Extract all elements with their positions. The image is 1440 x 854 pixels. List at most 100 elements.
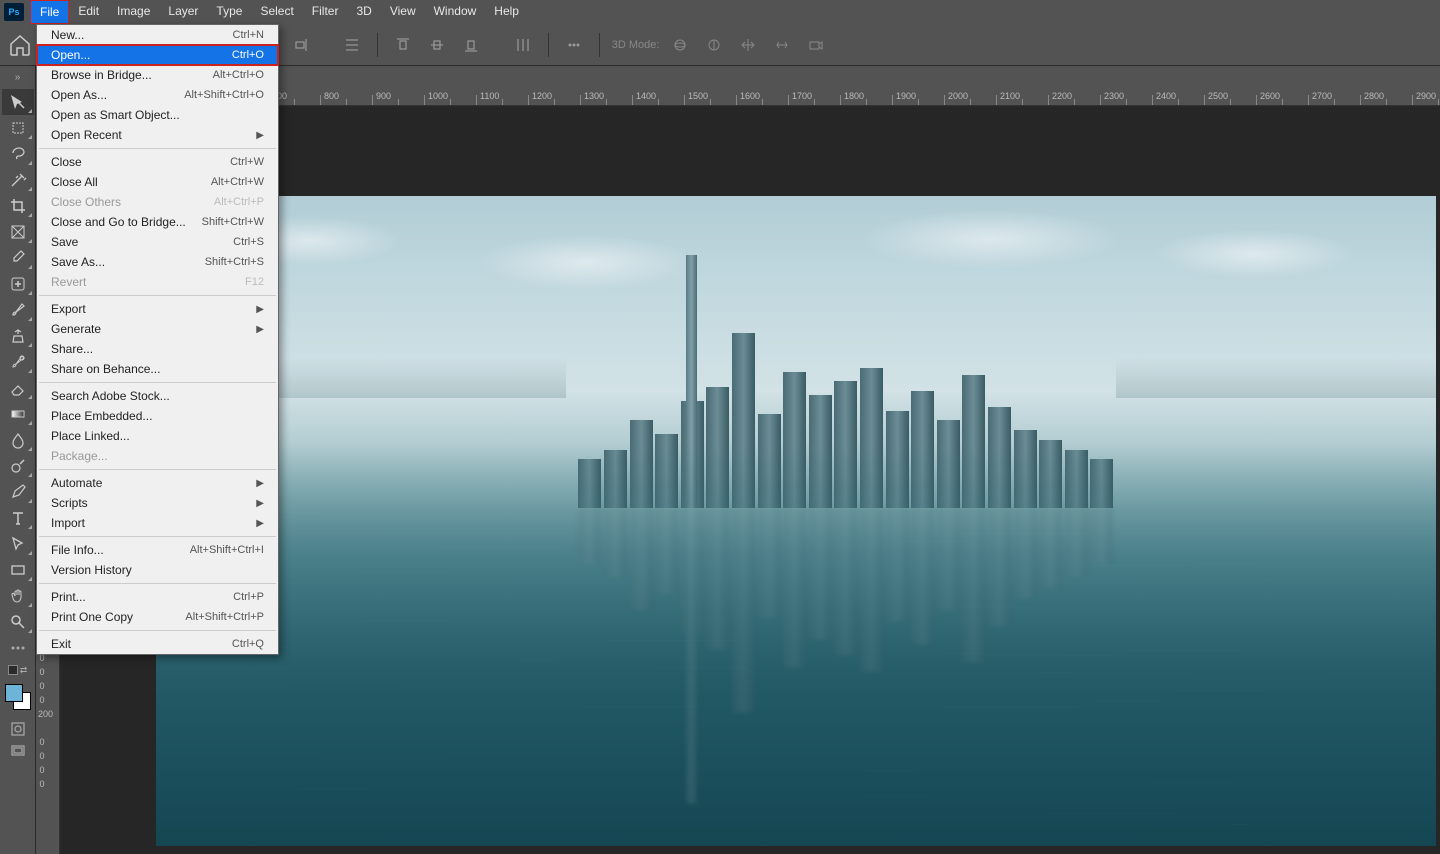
menu-item-open[interactable]: Open...Ctrl+O bbox=[37, 45, 278, 65]
ruler-v-digit: 0 bbox=[38, 780, 46, 788]
menu-image[interactable]: Image bbox=[108, 0, 159, 24]
menu-item-share[interactable]: Share... bbox=[37, 339, 278, 359]
menu-filter[interactable]: Filter bbox=[303, 0, 348, 24]
menu-view[interactable]: View bbox=[381, 0, 425, 24]
expand-toolbar-icon[interactable]: » bbox=[15, 70, 21, 89]
align-middle-icon[interactable] bbox=[424, 32, 450, 58]
menu-item-print[interactable]: Print...Ctrl+P bbox=[37, 587, 278, 607]
more-options-icon[interactable] bbox=[561, 32, 587, 58]
menu-file[interactable]: File bbox=[30, 0, 69, 24]
rectangle-tool[interactable] bbox=[2, 557, 34, 583]
healing-tool[interactable] bbox=[2, 271, 34, 297]
type-tool[interactable] bbox=[2, 505, 34, 531]
magic-wand-tool[interactable] bbox=[2, 167, 34, 193]
menu-item-import[interactable]: Import▶ bbox=[37, 513, 278, 533]
screen-mode-icon[interactable] bbox=[2, 740, 34, 762]
menu-item-file-info[interactable]: File Info...Alt+Shift+Ctrl+I bbox=[37, 540, 278, 560]
menu-item-open-as[interactable]: Open As...Alt+Shift+Ctrl+O bbox=[37, 85, 278, 105]
menu-type[interactable]: Type bbox=[207, 0, 251, 24]
submenu-arrow-icon: ▶ bbox=[256, 478, 264, 489]
menu-item-label: Import bbox=[51, 516, 85, 530]
path-select-tool[interactable] bbox=[2, 531, 34, 557]
menu-item-close-and-go-to-bridge[interactable]: Close and Go to Bridge...Shift+Ctrl+W bbox=[37, 212, 278, 232]
align-top-icon[interactable] bbox=[390, 32, 416, 58]
ruler-h-label: 1800 bbox=[844, 91, 864, 101]
menu-item-label: Scripts bbox=[51, 496, 88, 510]
align-right-icon[interactable] bbox=[287, 32, 313, 58]
menu-item-print-one-copy[interactable]: Print One CopyAlt+Shift+Ctrl+P bbox=[37, 607, 278, 627]
menu-window[interactable]: Window bbox=[425, 0, 486, 24]
menu-item-label: Save bbox=[51, 235, 78, 249]
align-bottom-icon[interactable] bbox=[458, 32, 484, 58]
crop-tool[interactable] bbox=[2, 193, 34, 219]
lasso-tool[interactable] bbox=[2, 141, 34, 167]
slide-3d-icon[interactable] bbox=[769, 32, 795, 58]
history-brush-tool[interactable] bbox=[2, 349, 34, 375]
menu-item-open-recent[interactable]: Open Recent▶ bbox=[37, 125, 278, 145]
dodge-tool[interactable] bbox=[2, 453, 34, 479]
camera-3d-icon[interactable] bbox=[803, 32, 829, 58]
menu-item-automate[interactable]: Automate▶ bbox=[37, 473, 278, 493]
clone-tool[interactable] bbox=[2, 323, 34, 349]
blur-tool[interactable] bbox=[2, 427, 34, 453]
menu-3d[interactable]: 3D bbox=[347, 0, 380, 24]
menu-item-place-embedded[interactable]: Place Embedded... bbox=[37, 406, 278, 426]
menu-item-version-history[interactable]: Version History bbox=[37, 560, 278, 580]
menu-item-label: Print One Copy bbox=[51, 610, 133, 624]
pan-3d-icon[interactable] bbox=[735, 32, 761, 58]
menu-item-search-adobe-stock[interactable]: Search Adobe Stock... bbox=[37, 386, 278, 406]
menu-item-label: New... bbox=[51, 28, 84, 42]
menu-layer[interactable]: Layer bbox=[159, 0, 207, 24]
orbit-3d-icon[interactable] bbox=[667, 32, 693, 58]
home-icon[interactable] bbox=[8, 33, 32, 57]
file-menu-dropdown: New...Ctrl+NOpen...Ctrl+OBrowse in Bridg… bbox=[36, 24, 279, 655]
menu-item-close-all[interactable]: Close AllAlt+Ctrl+W bbox=[37, 172, 278, 192]
menu-item-place-linked[interactable]: Place Linked... bbox=[37, 426, 278, 446]
menu-item-label: Revert bbox=[51, 275, 86, 289]
menu-item-share-on-behance[interactable]: Share on Behance... bbox=[37, 359, 278, 379]
pen-tool[interactable] bbox=[2, 479, 34, 505]
menu-select[interactable]: Select bbox=[251, 0, 302, 24]
hand-tool[interactable] bbox=[2, 583, 34, 609]
roll-3d-icon[interactable] bbox=[701, 32, 727, 58]
move-tool[interactable] bbox=[2, 89, 34, 115]
menu-item-label: Share on Behance... bbox=[51, 362, 160, 376]
foreground-color-swatch[interactable] bbox=[5, 684, 23, 702]
edit-toolbar-icon[interactable] bbox=[2, 635, 34, 661]
menu-item-save[interactable]: SaveCtrl+S bbox=[37, 232, 278, 252]
artboard-tool[interactable] bbox=[2, 115, 34, 141]
distribute-icon[interactable] bbox=[339, 32, 365, 58]
zoom-tool[interactable] bbox=[2, 609, 34, 635]
menu-edit[interactable]: Edit bbox=[69, 0, 108, 24]
menu-item-save-as[interactable]: Save As...Shift+Ctrl+S bbox=[37, 252, 278, 272]
ruler-h-label: 2800 bbox=[1364, 91, 1384, 101]
color-swatches[interactable] bbox=[3, 682, 33, 712]
menu-item-export[interactable]: Export▶ bbox=[37, 299, 278, 319]
distribute-v-icon[interactable] bbox=[510, 32, 536, 58]
menu-item-browse-in-bridge[interactable]: Browse in Bridge...Alt+Ctrl+O bbox=[37, 65, 278, 85]
menu-item-generate[interactable]: Generate▶ bbox=[37, 319, 278, 339]
menu-item-label: Search Adobe Stock... bbox=[51, 389, 170, 403]
document-image bbox=[156, 196, 1436, 846]
ruler-h-label: 2400 bbox=[1156, 91, 1176, 101]
quick-mask-icon[interactable] bbox=[2, 718, 34, 740]
frame-tool[interactable] bbox=[2, 219, 34, 245]
brush-tool[interactable] bbox=[2, 297, 34, 323]
menu-item-label: Open... bbox=[51, 48, 90, 62]
menu-item-exit[interactable]: ExitCtrl+Q bbox=[37, 634, 278, 654]
menu-item-shortcut: F12 bbox=[245, 276, 264, 288]
menu-item-open-as-smart-object[interactable]: Open as Smart Object... bbox=[37, 105, 278, 125]
swap-colors-icon[interactable]: ⇄ bbox=[20, 665, 28, 676]
ruler-h-label: 900 bbox=[376, 91, 391, 101]
divider bbox=[599, 33, 600, 57]
menu-item-new[interactable]: New...Ctrl+N bbox=[37, 25, 278, 45]
default-colors-icon[interactable] bbox=[8, 665, 18, 675]
eraser-tool[interactable] bbox=[2, 375, 34, 401]
gradient-tool[interactable] bbox=[2, 401, 34, 427]
ruler-h-label: 2700 bbox=[1312, 91, 1332, 101]
menu-item-scripts[interactable]: Scripts▶ bbox=[37, 493, 278, 513]
ruler-h-label: 2000 bbox=[948, 91, 968, 101]
eyedropper-tool[interactable] bbox=[2, 245, 34, 271]
menu-item-close[interactable]: CloseCtrl+W bbox=[37, 152, 278, 172]
menu-help[interactable]: Help bbox=[485, 0, 528, 24]
